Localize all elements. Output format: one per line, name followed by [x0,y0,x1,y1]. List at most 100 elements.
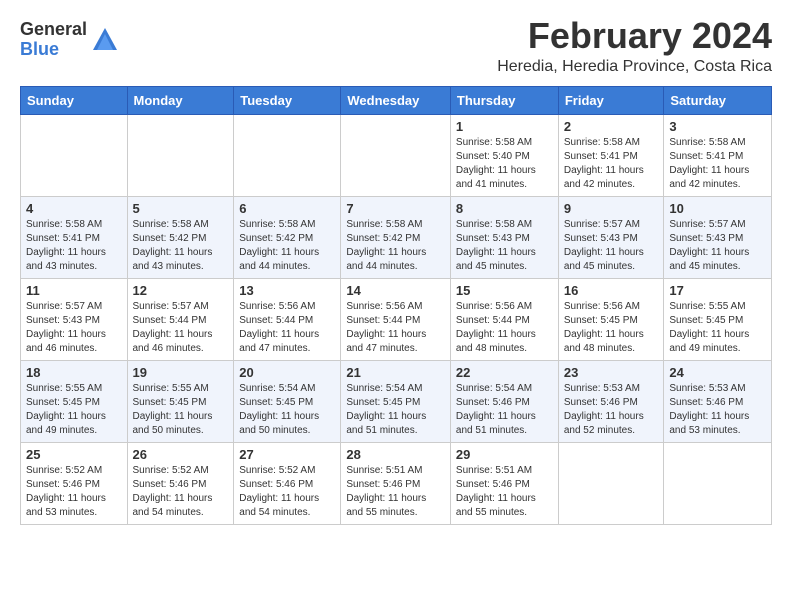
calendar-cell: 26 Sunrise: 5:52 AM Sunset: 5:46 PM Dayli… [127,442,234,524]
day-info: Sunrise: 5:58 AM Sunset: 5:41 PM Dayligh… [26,218,122,274]
calendar-cell: 8Sunrise: 5:58 AM Sunset: 5:43 PM Daylig… [450,196,558,278]
calendar-cell: 12 Sunrise: 5:57 AM Sunset: 5:44 PM Dayli… [127,278,234,360]
calendar-cell: 19 Sunrise: 5:55 AM Sunset: 5:45 PM Dayli… [127,360,234,442]
calendar-cell: 11 Sunrise: 5:57 AM Sunset: 5:43 PM Dayli… [21,278,128,360]
calendar-cell: 4 Sunrise: 5:58 AM Sunset: 5:41 PM Daylig… [21,196,128,278]
title-area: February 2024 Heredia, Heredia Province,… [497,16,772,76]
day-info: Sunrise: 5:58 AM Sunset: 5:41 PM Dayligh… [564,136,659,192]
calendar-week-row: 4 Sunrise: 5:58 AM Sunset: 5:41 PM Daylig… [21,196,772,278]
day-info: Sunrise: 5:54 AM Sunset: 5:45 PM Dayligh… [346,382,445,438]
day-info: Sunrise: 5:55 AM Sunset: 5:45 PM Dayligh… [26,382,122,438]
calendar-cell: 10 Sunrise: 5:57 AM Sunset: 5:43 PM Dayli… [664,196,772,278]
day-number: 3 [669,119,766,134]
logo-icon [91,26,119,54]
day-number: 20 [239,365,335,380]
location-subtitle: Heredia, Heredia Province, Costa Rica [497,58,772,76]
day-info: Sunrise: 5:56 AM Sunset: 5:44 PM Dayligh… [346,300,445,356]
day-info: Sunrise: 5:55 AM Sunset: 5:45 PM Dayligh… [669,300,766,356]
day-number: 6 [239,201,335,216]
day-number: 18 [26,365,122,380]
day-number: 9 [564,201,659,216]
day-number: 4 [26,201,122,216]
day-number: 2 [564,119,659,134]
day-number: 19 [133,365,229,380]
day-number: 29 [456,447,553,462]
day-number: 7 [346,201,445,216]
day-info: Sunrise: 5:54 AM Sunset: 5:46 PM Dayligh… [456,382,553,438]
calendar-cell [341,114,451,196]
calendar-cell: 28Sunrise: 5:51 AM Sunset: 5:46 PM Dayli… [341,442,451,524]
calendar-cell: 5Sunrise: 5:58 AM Sunset: 5:42 PM Daylig… [127,196,234,278]
day-number: 10 [669,201,766,216]
logo-blue: Blue [20,40,87,60]
day-number: 23 [564,365,659,380]
day-info: Sunrise: 5:53 AM Sunset: 5:46 PM Dayligh… [564,382,659,438]
day-info: Sunrise: 5:52 AM Sunset: 5:46 PM Dayligh… [26,464,122,520]
day-info: Sunrise: 5:57 AM Sunset: 5:43 PM Dayligh… [26,300,122,356]
day-number: 25 [26,447,122,462]
logo: General Blue [20,20,119,60]
calendar-cell [664,442,772,524]
day-number: 26 [133,447,229,462]
day-info: Sunrise: 5:51 AM Sunset: 5:46 PM Dayligh… [456,464,553,520]
calendar-cell: 17Sunrise: 5:55 AM Sunset: 5:45 PM Dayli… [664,278,772,360]
calendar-cell: 15Sunrise: 5:56 AM Sunset: 5:44 PM Dayli… [450,278,558,360]
calendar-cell: 24 Sunrise: 5:53 AM Sunset: 5:46 PM Dayli… [664,360,772,442]
day-info: Sunrise: 5:54 AM Sunset: 5:45 PM Dayligh… [239,382,335,438]
day-number: 24 [669,365,766,380]
day-info: Sunrise: 5:55 AM Sunset: 5:45 PM Dayligh… [133,382,229,438]
calendar-cell: 9Sunrise: 5:57 AM Sunset: 5:43 PM Daylig… [558,196,664,278]
weekday-header-row: SundayMondayTuesdayWednesdayThursdayFrid… [21,86,772,114]
day-info: Sunrise: 5:53 AM Sunset: 5:46 PM Dayligh… [669,382,766,438]
calendar-cell: 3 Sunrise: 5:58 AM Sunset: 5:41 PM Daylig… [664,114,772,196]
calendar-cell: 14 Sunrise: 5:56 AM Sunset: 5:44 PM Dayli… [341,278,451,360]
day-number: 14 [346,283,445,298]
weekday-header-tuesday: Tuesday [234,86,341,114]
calendar-week-row: 11 Sunrise: 5:57 AM Sunset: 5:43 PM Dayli… [21,278,772,360]
day-info: Sunrise: 5:58 AM Sunset: 5:42 PM Dayligh… [239,218,335,274]
calendar-table: SundayMondayTuesdayWednesdayThursdayFrid… [20,86,772,525]
calendar-cell [558,442,664,524]
weekday-header-friday: Friday [558,86,664,114]
month-year-title: February 2024 [497,16,772,56]
day-number: 13 [239,283,335,298]
day-number: 8 [456,201,553,216]
weekday-header-monday: Monday [127,86,234,114]
day-number: 12 [133,283,229,298]
calendar-week-row: 1 Sunrise: 5:58 AM Sunset: 5:40 PM Daylig… [21,114,772,196]
day-number: 11 [26,283,122,298]
day-info: Sunrise: 5:56 AM Sunset: 5:45 PM Dayligh… [564,300,659,356]
day-number: 22 [456,365,553,380]
calendar-cell: 25 Sunrise: 5:52 AM Sunset: 5:46 PM Dayli… [21,442,128,524]
day-info: Sunrise: 5:51 AM Sunset: 5:46 PM Dayligh… [346,464,445,520]
day-info: Sunrise: 5:52 AM Sunset: 5:46 PM Dayligh… [133,464,229,520]
day-info: Sunrise: 5:58 AM Sunset: 5:40 PM Dayligh… [456,136,553,192]
calendar-cell: 29 Sunrise: 5:51 AM Sunset: 5:46 PM Dayli… [450,442,558,524]
calendar-cell [234,114,341,196]
day-number: 15 [456,283,553,298]
calendar-cell: 16 Sunrise: 5:56 AM Sunset: 5:45 PM Dayli… [558,278,664,360]
calendar-week-row: 18 Sunrise: 5:55 AM Sunset: 5:45 PM Dayli… [21,360,772,442]
day-number: 21 [346,365,445,380]
calendar-cell: 21 Sunrise: 5:54 AM Sunset: 5:45 PM Dayli… [341,360,451,442]
day-info: Sunrise: 5:57 AM Sunset: 5:44 PM Dayligh… [133,300,229,356]
day-number: 27 [239,447,335,462]
weekday-header-wednesday: Wednesday [341,86,451,114]
calendar-cell [127,114,234,196]
calendar-cell: 18 Sunrise: 5:55 AM Sunset: 5:45 PM Dayli… [21,360,128,442]
weekday-header-saturday: Saturday [664,86,772,114]
calendar-cell: 13Sunrise: 5:56 AM Sunset: 5:44 PM Dayli… [234,278,341,360]
calendar-cell: 2 Sunrise: 5:58 AM Sunset: 5:41 PM Daylig… [558,114,664,196]
calendar-cell: 7Sunrise: 5:58 AM Sunset: 5:42 PM Daylig… [341,196,451,278]
day-info: Sunrise: 5:57 AM Sunset: 5:43 PM Dayligh… [669,218,766,274]
calendar-week-row: 25 Sunrise: 5:52 AM Sunset: 5:46 PM Dayli… [21,442,772,524]
calendar-cell: 20 Sunrise: 5:54 AM Sunset: 5:45 PM Dayli… [234,360,341,442]
day-number: 1 [456,119,553,134]
weekday-header-thursday: Thursday [450,86,558,114]
calendar-cell: 1 Sunrise: 5:58 AM Sunset: 5:40 PM Daylig… [450,114,558,196]
calendar-cell: 23 Sunrise: 5:53 AM Sunset: 5:46 PM Dayli… [558,360,664,442]
day-info: Sunrise: 5:58 AM Sunset: 5:41 PM Dayligh… [669,136,766,192]
day-number: 16 [564,283,659,298]
weekday-header-sunday: Sunday [21,86,128,114]
calendar-cell: 6 Sunrise: 5:58 AM Sunset: 5:42 PM Daylig… [234,196,341,278]
